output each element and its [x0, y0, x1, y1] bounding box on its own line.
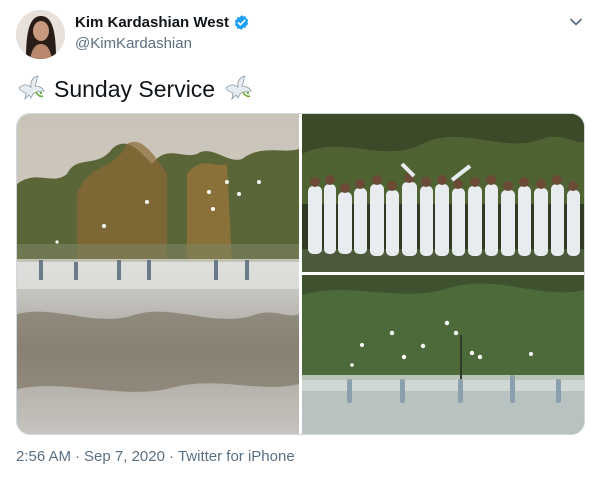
author-name-row: Kim Kardashian West — [75, 14, 250, 31]
photo-people-lake-doves[interactable] — [302, 275, 584, 434]
tweet-text: Sunday Service — [16, 72, 253, 106]
chevron-down-icon[interactable] — [566, 12, 586, 32]
tweet-meta: 2:56 AM · Sep 7, 2020 · Twitter for iPho… — [16, 448, 295, 465]
author-display-name[interactable]: Kim Kardashian West — [75, 14, 229, 31]
tweet-body-text: Sunday Service — [54, 75, 216, 102]
tweet-date-link[interactable]: Sep 7, 2020 — [84, 448, 165, 465]
avatar[interactable] — [16, 10, 65, 59]
dove-icon — [18, 75, 45, 101]
media-grid — [16, 113, 585, 435]
tweet-time-link[interactable]: 2:56 AM — [16, 448, 71, 465]
dove-icon — [225, 75, 252, 101]
tweet-card: Kim Kardashian West @KimKardashian Sunda… — [0, 0, 596, 481]
meta-separator: · — [75, 448, 81, 465]
meta-separator: · — [168, 448, 174, 465]
photo-fog-lake-birds[interactable] — [17, 114, 299, 434]
photo-group-white-clothing[interactable] — [302, 114, 584, 272]
tweet-source-link[interactable]: Twitter for iPhone — [178, 448, 295, 465]
author-handle[interactable]: @KimKardashian — [75, 35, 192, 52]
verified-badge-icon — [234, 15, 249, 30]
